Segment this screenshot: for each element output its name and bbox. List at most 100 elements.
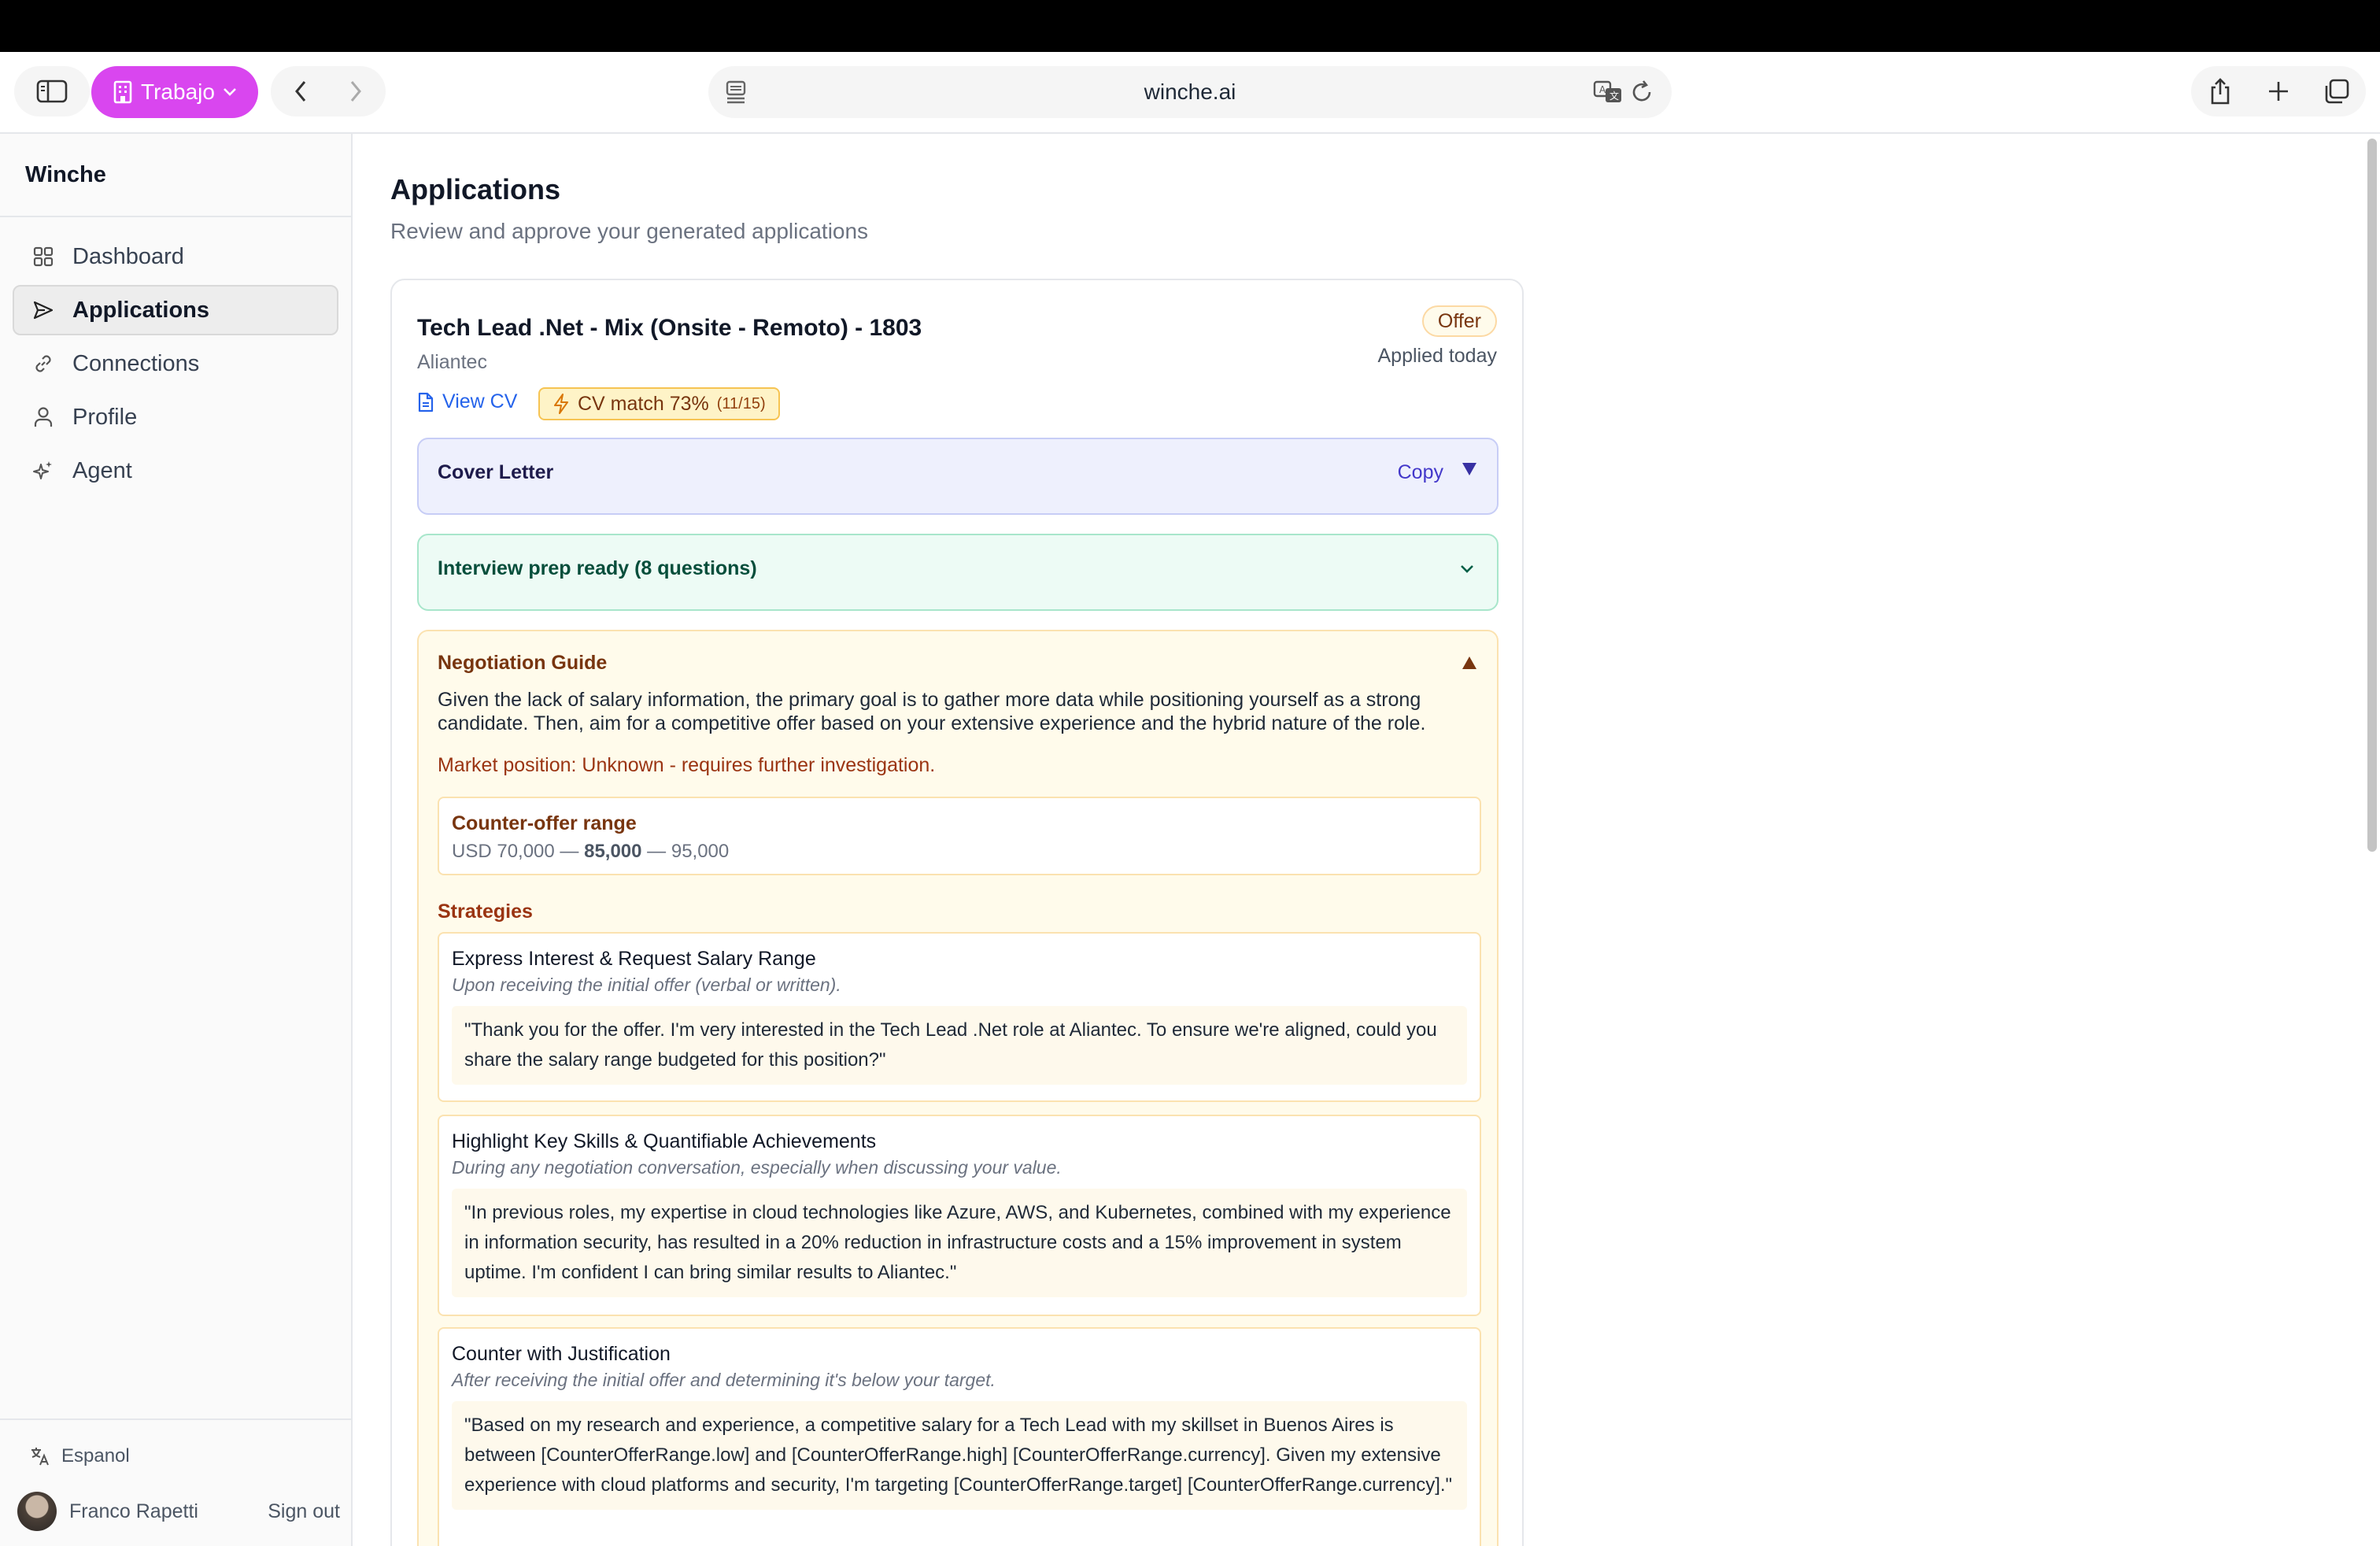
- page-title: Applications: [390, 173, 561, 205]
- chevron-down-icon[interactable]: [1458, 559, 1476, 578]
- sidebar-divider: [0, 216, 351, 217]
- forward-button[interactable]: [328, 66, 383, 117]
- grid-icon: [30, 243, 57, 270]
- language-switcher[interactable]: Espanol: [30, 1445, 130, 1467]
- cv-match-count: (11/15): [716, 394, 766, 412]
- sidebar-toggle-button[interactable]: [14, 66, 90, 117]
- language-label: Espanol: [61, 1445, 130, 1466]
- browser-actions: [2191, 66, 2366, 117]
- chevron-right-icon: [350, 81, 361, 102]
- strategy-script: "Based on my research and experience, a …: [452, 1401, 1467, 1510]
- company-name: Aliantec: [417, 351, 487, 373]
- application-card: Tech Lead .Net - Mix (Onsite - Remoto) -…: [390, 279, 1524, 1546]
- sidebar-item-agent[interactable]: Agent: [13, 446, 338, 496]
- counter-low: USD 70,000: [452, 841, 555, 862]
- scrollbar[interactable]: [2367, 139, 2377, 852]
- reload-icon[interactable]: [1629, 79, 1654, 105]
- cv-match-label: CV match 73%: [578, 392, 709, 415]
- sidebar-bottom-divider: [0, 1418, 351, 1420]
- counter-offer-range: USD 70,000 — 85,000 — 95,000: [452, 841, 729, 863]
- negotiation-guide-section: Negotiation Guide Given the lack of sala…: [417, 630, 1499, 1546]
- interview-prep-section[interactable]: Interview prep ready (8 questions): [417, 534, 1499, 611]
- strategy-card: Highlight Key Skills & Quantifiable Achi…: [438, 1115, 1481, 1316]
- document-icon: [418, 392, 434, 412]
- sidebar-icon: [36, 80, 68, 103]
- job-title: Tech Lead .Net - Mix (Onsite - Remoto) -…: [417, 315, 922, 341]
- link-icon: [30, 350, 57, 377]
- strategy-script: "In previous roles, my expertise in clou…: [452, 1189, 1467, 1297]
- strategy-title: Highlight Key Skills & Quantifiable Achi…: [452, 1130, 877, 1152]
- strategies-heading: Strategies: [438, 901, 533, 923]
- counter-offer-box: Counter-offer range USD 70,000 — 85,000 …: [438, 797, 1481, 875]
- browser-toolbar: Trabajo winche.ai A文: [0, 52, 2380, 134]
- sidebar-item-label: Agent: [72, 457, 132, 483]
- tab-overview-button[interactable]: [2308, 66, 2366, 117]
- user-row: Franco Rapetti Sign out: [17, 1489, 340, 1533]
- applied-date: Applied today: [1377, 345, 1497, 367]
- sidebar-item-label: Connections: [72, 350, 200, 376]
- share-button[interactable]: [2191, 66, 2249, 117]
- avatar: [17, 1492, 57, 1531]
- sidebar-item-label: Profile: [72, 404, 138, 430]
- expand-triangle-icon[interactable]: [1462, 463, 1476, 475]
- sidebar-item-label: Applications: [72, 297, 210, 323]
- page-subtitle: Review and approve your generated applic…: [390, 219, 869, 243]
- counter-offer-label: Counter-offer range: [452, 812, 637, 834]
- sidebar-item-profile[interactable]: Profile: [13, 392, 338, 442]
- url-text: winche.ai: [1144, 80, 1236, 104]
- sparkles-icon: [30, 457, 57, 484]
- copy-button[interactable]: Copy: [1398, 461, 1443, 484]
- chevron-left-icon: [295, 81, 306, 102]
- negotiation-guide-title[interactable]: Negotiation Guide: [438, 652, 607, 675]
- negotiation-intro: Given the lack of salary information, th…: [438, 689, 1426, 734]
- address-bar[interactable]: winche.ai A文: [708, 66, 1672, 118]
- share-icon: [2211, 78, 2230, 105]
- plus-icon: [2269, 82, 2288, 101]
- sidebar-item-dashboard[interactable]: Dashboard: [13, 231, 338, 282]
- view-cv-link[interactable]: View CV: [417, 390, 517, 413]
- strategy-card: Express Interest & Request Salary Range …: [438, 932, 1481, 1102]
- lightning-icon: [554, 394, 568, 414]
- translate-icon[interactable]: A文: [1593, 79, 1624, 105]
- system-top-bar: [0, 0, 2380, 52]
- counter-target: 85,000: [584, 841, 642, 862]
- sidebar-nav: Dashboard Applications Connections Profi…: [13, 231, 338, 499]
- strategy-when: During any negotiation conversation, esp…: [452, 1157, 1062, 1178]
- history-nav: [271, 66, 386, 117]
- sign-out-button[interactable]: Sign out: [268, 1500, 340, 1523]
- svg-text:A: A: [1599, 84, 1606, 95]
- strategy-script: "Thank you for the offer. I'm very inter…: [452, 1006, 1467, 1085]
- send-icon: [30, 297, 57, 324]
- brand-name[interactable]: Winche: [25, 162, 106, 188]
- new-tab-button[interactable]: [2249, 66, 2308, 117]
- back-button[interactable]: [273, 66, 328, 117]
- view-cv-label: View CV: [442, 390, 518, 412]
- range-separator: —: [554, 841, 585, 862]
- counter-high: 95,000: [671, 841, 730, 862]
- tabs-icon: [2325, 79, 2349, 104]
- language-icon: [31, 1448, 49, 1466]
- market-position: Market position: Unknown - requires furt…: [438, 754, 936, 776]
- chevron-down-icon: [224, 88, 236, 96]
- sidebar-item-label: Dashboard: [72, 243, 184, 269]
- sidebar-item-applications[interactable]: Applications: [13, 285, 338, 335]
- collapse-triangle-icon[interactable]: [1462, 656, 1476, 669]
- main-content: Applications Review and approve your gen…: [353, 134, 2380, 1546]
- strategy-title: Express Interest & Request Salary Range: [452, 948, 816, 970]
- cv-match-badge: CV match 73% (11/15): [538, 387, 780, 420]
- cover-letter-title: Cover Letter: [438, 461, 554, 483]
- app-sidebar: Winche Dashboard Applications Connection…: [0, 134, 353, 1546]
- building-icon: [113, 80, 132, 104]
- status-badge: Offer: [1421, 305, 1497, 337]
- user-name: Franco Rapetti: [69, 1500, 198, 1522]
- range-separator: —: [641, 841, 671, 862]
- sidebar-item-connections[interactable]: Connections: [13, 338, 338, 389]
- strategy-title: Counter with Justification: [452, 1343, 671, 1365]
- strategy-when: After receiving the initial offer and de…: [452, 1370, 996, 1390]
- user-icon: [30, 404, 57, 431]
- browser-profile-button[interactable]: Trabajo: [91, 66, 258, 118]
- interview-prep-title: Interview prep ready (8 questions): [438, 557, 757, 579]
- cover-letter-section[interactable]: Cover Letter Copy: [417, 438, 1499, 515]
- strategy-when: Upon receiving the initial offer (verbal…: [452, 975, 841, 995]
- svg-text:文: 文: [1609, 90, 1619, 102]
